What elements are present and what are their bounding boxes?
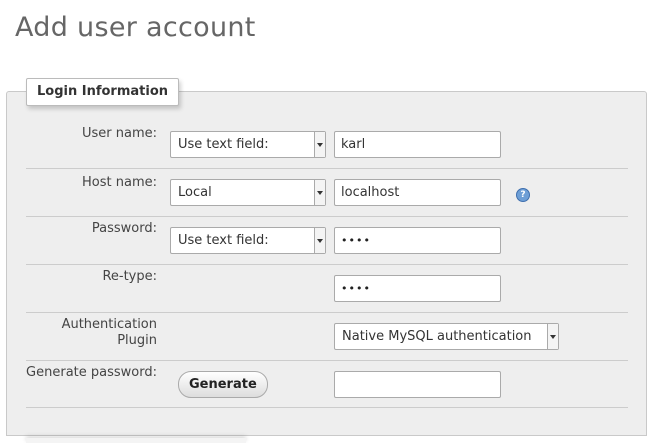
generate-password-label: Generate password: — [26, 365, 157, 380]
help-icon[interactable]: ? — [516, 188, 530, 202]
retype-label: Re-type: — [102, 269, 157, 284]
password-mode-value: Use text field: — [178, 233, 269, 248]
password-label: Password: — [91, 221, 157, 236]
password-mode-select[interactable]: Use text field: — [170, 227, 326, 254]
generated-password-input[interactable] — [334, 371, 501, 398]
row-divider — [26, 216, 628, 217]
row-divider — [26, 168, 628, 169]
auth-plugin-label-line1: Authentication — [61, 317, 157, 332]
row-divider — [26, 312, 628, 313]
chevron-down-icon — [314, 132, 325, 157]
hostname-input[interactable]: localhost — [334, 179, 501, 206]
username-input[interactable]: karl — [334, 131, 501, 158]
auth-plugin-label-line2: Plugin — [117, 333, 157, 348]
hostname-mode-value: Local — [178, 185, 212, 200]
row-divider — [26, 407, 628, 408]
username-label: User name: — [81, 126, 157, 141]
chevron-down-icon — [314, 228, 325, 253]
retype-password-input[interactable]: •••• — [334, 275, 501, 302]
generate-button[interactable]: Generate — [178, 371, 268, 398]
row-divider — [26, 360, 628, 361]
row-divider — [26, 264, 628, 265]
auth-plugin-value: Native MySQL authentication — [342, 329, 532, 344]
hostname-label: Host name: — [82, 175, 157, 190]
username-mode-select[interactable]: Use text field: — [170, 131, 326, 158]
page-title: Add user account — [15, 12, 256, 43]
auth-plugin-select[interactable]: Native MySQL authentication — [334, 323, 559, 350]
auth-plugin-label: Authentication Plugin — [0, 317, 157, 349]
username-mode-value: Use text field: — [178, 137, 269, 152]
hostname-mode-select[interactable]: Local — [170, 179, 326, 206]
fieldset-legend: Login Information — [26, 78, 180, 106]
chevron-down-icon — [547, 324, 558, 349]
next-fieldset-edge — [26, 438, 246, 443]
chevron-down-icon — [314, 180, 325, 205]
password-input[interactable]: •••• — [334, 227, 501, 254]
